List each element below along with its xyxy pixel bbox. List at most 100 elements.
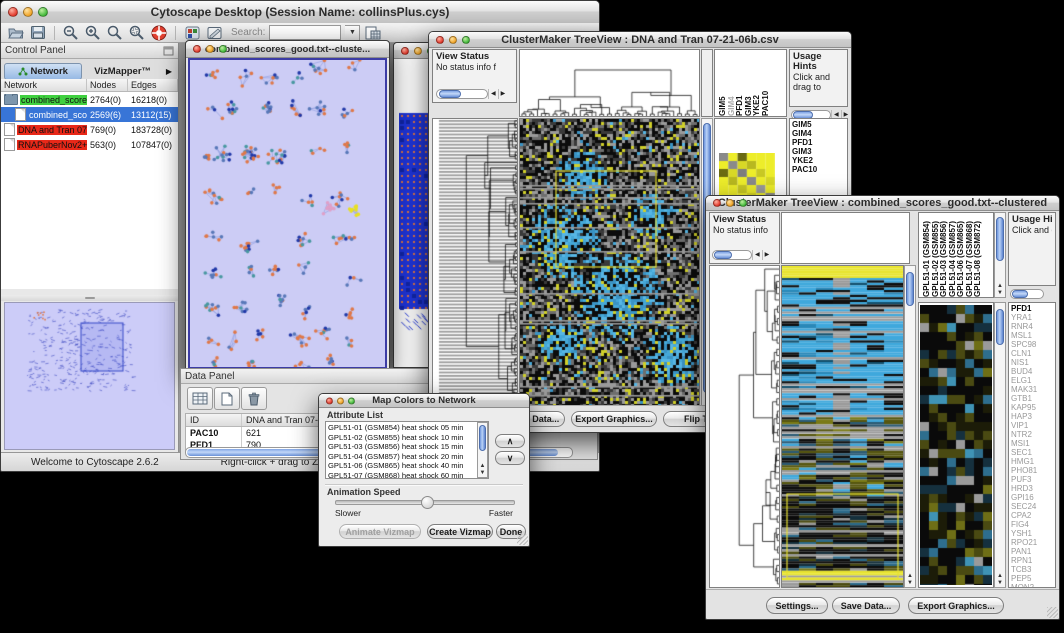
main-window-title: Cytoscape Desktop (Session Name: collins… bbox=[151, 5, 450, 19]
zoom-out-icon[interactable] bbox=[62, 25, 80, 41]
view-status-box: View Status No status info ◀▶ bbox=[709, 212, 780, 264]
dialog-title: Map Colors to Network bbox=[372, 395, 475, 406]
move-down-button[interactable]: ∨ bbox=[495, 451, 525, 465]
row-dendrogram-pane[interactable] bbox=[432, 118, 518, 406]
zoom-selected-icon[interactable] bbox=[128, 25, 146, 41]
attribute-list[interactable]: GPL51-01 (GSM854) heat shock 05 minGPL51… bbox=[325, 421, 489, 479]
search-label: Search: bbox=[231, 27, 265, 38]
network-row-selected[interactable]: combined_sco 2569(6) 13112(15) bbox=[1, 107, 178, 122]
network-row-combined-scores[interactable]: combined_scores 2764(0) 16218(0) bbox=[1, 92, 178, 107]
tab-network[interactable]: Network bbox=[4, 63, 82, 80]
search-input[interactable] bbox=[269, 25, 341, 40]
tv2-column-labels: GPL51-01 (GSM854)GPL51-02 (GSM855)GPL51-… bbox=[918, 212, 994, 298]
treeview-window-combined: ClusterMaker TreeView : combined_scores_… bbox=[705, 195, 1060, 620]
zoom-button[interactable] bbox=[38, 7, 48, 17]
network-view-window: combined_scores_good.txt--cluste... bbox=[185, 40, 390, 372]
zoom-button[interactable] bbox=[739, 199, 747, 207]
minimize-button[interactable] bbox=[449, 36, 457, 44]
faster-label: Faster bbox=[489, 508, 513, 518]
main-titlebar[interactable]: Cytoscape Desktop (Session Name: collins… bbox=[1, 1, 599, 24]
close-button[interactable] bbox=[193, 45, 201, 53]
zoom-button[interactable] bbox=[348, 397, 355, 404]
slower-label: Slower bbox=[335, 508, 361, 518]
new-attribute-icon[interactable] bbox=[214, 387, 240, 410]
network-list: Network Nodes Edges combined_scores 2764… bbox=[1, 79, 178, 289]
heatmap-vscrollbar[interactable]: ▲▼ bbox=[904, 265, 916, 588]
delete-attribute-icon[interactable] bbox=[241, 387, 267, 410]
view-status-box: View Status No status info f ◀▶ bbox=[432, 49, 517, 103]
treeview2-buttons: Settings... Save Data... Export Graphics… bbox=[706, 589, 1059, 619]
hints-hscrollbar[interactable] bbox=[1010, 289, 1044, 299]
minimize-button[interactable] bbox=[337, 397, 344, 404]
save-icon[interactable] bbox=[29, 25, 47, 41]
file-icon bbox=[4, 123, 15, 136]
control-panel: Control Panel Network VizMapper™ ▶ Netwo… bbox=[1, 43, 179, 453]
animation-speed-label: Animation Speed bbox=[327, 487, 401, 497]
col-edges: Edges bbox=[128, 79, 178, 91]
dense-network-grid bbox=[399, 61, 431, 361]
attribute-list-vscrollbar[interactable]: ▲▼ bbox=[477, 422, 488, 478]
search-dropdown-icon[interactable]: ▼ bbox=[345, 25, 360, 41]
heatmap-main[interactable] bbox=[781, 265, 904, 588]
open-file-icon[interactable] bbox=[7, 25, 25, 41]
close-button[interactable] bbox=[436, 36, 444, 44]
float-panel-icon[interactable] bbox=[163, 46, 174, 56]
col-network: Network bbox=[1, 79, 87, 91]
correlation-matrix bbox=[719, 153, 775, 201]
help-lifering-icon[interactable] bbox=[150, 25, 168, 41]
tv2-gene-list: PFD1YRA1RNR4MSL1SPC98CLN1NIS1BUD4ELG1MAK… bbox=[1008, 302, 1056, 588]
usage-hints-box: Usage Hints Click and d bbox=[1008, 212, 1056, 286]
status-hscrollbar[interactable]: ◀▶ bbox=[712, 250, 771, 260]
animate-vizmap-button[interactable]: Animate Vizmap bbox=[339, 524, 421, 539]
overview-splitter[interactable] bbox=[1, 295, 178, 301]
network-row-rnapuber[interactable]: RNAPuberNov2+ 563(0) 107847(0) bbox=[1, 137, 178, 152]
zoom-button[interactable] bbox=[462, 36, 470, 44]
zoom-vscrollbar[interactable]: ▲▼ bbox=[994, 302, 1006, 588]
annotation-icon[interactable] bbox=[205, 25, 223, 41]
usage-hints-box: Usage Hints Click and drag to bbox=[789, 49, 848, 107]
control-panel-title: Control Panel bbox=[5, 45, 66, 56]
zoom-in-icon[interactable] bbox=[84, 25, 102, 41]
import-table-icon[interactable] bbox=[364, 25, 382, 41]
minimize-button[interactable] bbox=[206, 45, 214, 53]
animation-speed-slider[interactable] bbox=[335, 500, 515, 505]
status-hscrollbar[interactable]: ◀▶ bbox=[436, 89, 507, 99]
export-graphics-button[interactable]: Export Graphics... bbox=[908, 597, 1004, 614]
close-button[interactable] bbox=[713, 199, 721, 207]
slider-thumb[interactable] bbox=[421, 496, 434, 509]
create-vizmap-button[interactable]: Create Vizmap bbox=[427, 524, 493, 539]
move-up-button[interactable]: ∧ bbox=[495, 434, 525, 448]
resize-grip[interactable] bbox=[1047, 607, 1058, 618]
corner-strip bbox=[701, 49, 713, 117]
treeview2-title: ClusterMaker TreeView : combined_scores_… bbox=[718, 197, 1047, 209]
close-button[interactable] bbox=[401, 47, 409, 55]
settings-button[interactable]: Settings... bbox=[766, 597, 828, 614]
attribute-select-icon[interactable] bbox=[187, 387, 213, 410]
network-row-dna-tran[interactable]: DNA and Tran 07 769(0) 183728(0) bbox=[1, 122, 178, 137]
tv1-column-labels: GIM5GIM4PFD1GIM3YKE2PAC10 bbox=[714, 49, 787, 117]
labels-vscrollbar[interactable]: ▲▼ bbox=[994, 212, 1006, 298]
tab-vizmapper[interactable]: VizMapper™ bbox=[84, 64, 160, 79]
network-canvas-view[interactable] bbox=[188, 58, 387, 369]
minimize-button[interactable] bbox=[726, 199, 734, 207]
export-graphics-button[interactable]: Export Graphics... bbox=[571, 411, 657, 427]
node-attributes-icon[interactable] bbox=[183, 25, 201, 41]
tab-overflow-icon[interactable]: ▶ bbox=[163, 67, 175, 76]
window-controls[interactable] bbox=[8, 7, 48, 17]
minimize-button[interactable] bbox=[414, 47, 422, 55]
status-welcome: Welcome to Cytoscape 2.6.2 bbox=[31, 457, 159, 468]
zoom-fit-icon[interactable] bbox=[106, 25, 124, 41]
column-dendrogram-pane[interactable] bbox=[519, 49, 700, 117]
close-button[interactable] bbox=[326, 397, 333, 404]
resize-grip[interactable] bbox=[517, 534, 528, 545]
row-dendrogram-pane[interactable] bbox=[709, 265, 780, 588]
zoom-detail-pane[interactable] bbox=[918, 302, 994, 588]
file-icon bbox=[15, 108, 26, 121]
save-data-button[interactable]: Save Data... bbox=[832, 597, 900, 614]
heatmap-main[interactable] bbox=[519, 118, 700, 406]
col-nodes: Nodes bbox=[87, 79, 128, 91]
network-overview-pane[interactable] bbox=[4, 302, 175, 450]
minimize-button[interactable] bbox=[23, 7, 33, 17]
zoom-button[interactable] bbox=[219, 45, 227, 53]
close-button[interactable] bbox=[8, 7, 18, 17]
